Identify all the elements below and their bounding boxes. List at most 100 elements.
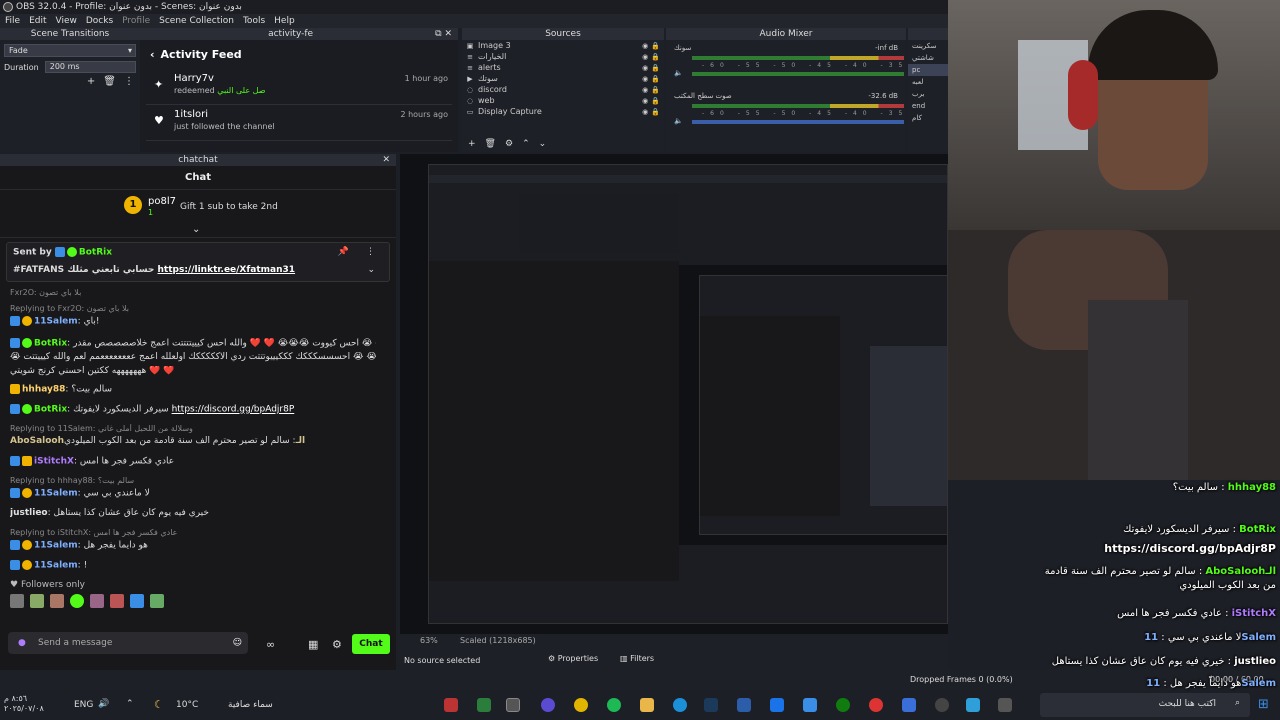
preview-canvas[interactable] xyxy=(400,154,948,634)
activity-action: redeemed صل على النبي xyxy=(174,86,266,95)
xbox-icon[interactable] xyxy=(836,698,850,712)
chat-message[interactable]: 11Salem: باي! xyxy=(10,316,376,327)
eye-icon: ◉ xyxy=(642,85,649,94)
source-item[interactable]: ▣ Image 3 ◉ 🔒 xyxy=(462,40,664,51)
source-item[interactable]: ◌ discord ◉ 🔒 xyxy=(462,84,664,95)
chevron-down-icon[interactable]: ⌄ xyxy=(539,139,547,149)
chat-input[interactable]: ● Send a message ☺ xyxy=(8,632,248,654)
mic-icon[interactable]: ● xyxy=(18,632,26,654)
source-item[interactable]: ◌ web ◉ 🔒 xyxy=(462,95,664,106)
app-icon[interactable] xyxy=(444,698,458,712)
chat-message[interactable]: 11Salem: هو دايماً يفجر هل xyxy=(10,540,376,551)
chevron-down-icon[interactable]: ⌄ xyxy=(367,265,375,275)
dropped-frames: Dropped Frames 0 (0.0%) xyxy=(910,675,1013,684)
source-controls: + 🗑 ⚙ ⌃ ⌄ xyxy=(468,139,546,149)
add-icon[interactable]: + xyxy=(468,139,476,149)
scene-item[interactable]: pc xyxy=(908,64,948,76)
chat-message[interactable]: iStitchX: عادي فكسر فجر ها امس xyxy=(10,456,376,467)
activity-item[interactable]: ✦ Harry7v redeemed صل على النبي 1 hour a… xyxy=(146,69,452,105)
clock[interactable]: ٨:٥٦ م ٢٠٢٥/٠٧/٠٨ xyxy=(4,694,44,714)
trash-icon[interactable]: 🗑 xyxy=(103,76,116,87)
activity-item[interactable]: ♥ 1itslori just followed the channel 2 h… xyxy=(146,105,452,141)
filters-button[interactable]: ▥ Filters xyxy=(620,654,654,663)
trash-icon[interactable]: 🗑 xyxy=(485,139,496,149)
menu-profile[interactable]: Profile xyxy=(122,14,150,28)
spotify-icon[interactable] xyxy=(607,698,621,712)
gift-banner[interactable]: 1 po8l7 1 Gift 1 sub to take 2nd ⌄ xyxy=(0,190,396,238)
chevron-down-icon[interactable]: ⌄ xyxy=(192,224,200,235)
chevron-up-icon[interactable]: ⌃ xyxy=(522,139,530,149)
chat-message[interactable]: 11Salem: ! xyxy=(10,560,376,571)
chat-message[interactable]: BotRix: احس كيووت 😭😭😭 ❤️ ❤️ والله احس كي… xyxy=(10,338,376,349)
menu-docks[interactable]: Docks xyxy=(86,14,113,28)
activity-reward: صل على النبي xyxy=(217,86,266,95)
gear-icon[interactable]: ⚙ xyxy=(332,638,342,651)
chat-message[interactable]: 11Salem: لا ماعندي بي سي xyxy=(10,488,376,499)
folder-icon[interactable] xyxy=(640,698,654,712)
pinned-message[interactable]: Sent by BotRix #FATFANS حسابي تابعني مثل… xyxy=(6,242,390,282)
menu-help[interactable]: Help xyxy=(274,14,295,28)
source-item[interactable]: ≡ alerts ◉ 🔒 xyxy=(462,62,664,73)
scene-item[interactable]: كام xyxy=(908,112,948,124)
stream-chat-overlay: سالم بيت؟ : hhhay88 سيرفر الديسكورد لايف… xyxy=(1040,480,1280,720)
chat-message[interactable]: BotRix: سيرفر الديسكورد لايفوتك https://… xyxy=(10,404,376,415)
more-icon[interactable]: ⋮ xyxy=(366,247,375,257)
chrome-icon[interactable] xyxy=(574,698,588,712)
scene-transitions-dock: Scene Transitions Fade Duration 200 ms +… xyxy=(0,28,140,152)
channel-level: -inf dB xyxy=(875,44,898,52)
volume-slider[interactable] xyxy=(692,120,904,124)
chat-message[interactable]: justlieo: خيري فيه يوم كان عاق عشان كذا … xyxy=(10,508,376,518)
steam-icon[interactable] xyxy=(704,698,718,712)
app-icon[interactable] xyxy=(869,698,883,712)
pin-icon[interactable]: 📌 xyxy=(338,247,349,257)
menu-file[interactable]: File xyxy=(5,14,20,28)
scene-item[interactable]: لعبه xyxy=(908,76,948,88)
menu-view[interactable]: View xyxy=(56,14,77,28)
gear-icon[interactable] xyxy=(935,698,949,712)
taskview-icon[interactable] xyxy=(998,698,1012,712)
properties-button[interactable]: ⚙ Properties xyxy=(548,654,598,663)
scene-item[interactable]: end xyxy=(908,100,948,112)
language-indicator[interactable]: ENG xyxy=(74,700,93,710)
gear-icon[interactable]: ⚙ xyxy=(505,139,513,149)
transition-select[interactable]: Fade xyxy=(4,44,136,57)
menu-scene-collection[interactable]: Scene Collection xyxy=(159,14,234,28)
volume-slider[interactable] xyxy=(692,72,904,76)
dock-buttons[interactable]: ⧉ ✕ xyxy=(435,28,452,40)
edge-icon[interactable] xyxy=(673,698,687,712)
window-title: OBS 32.0.4 - Profile: بدون عنوان - Scene… xyxy=(16,2,242,12)
app-icon[interactable] xyxy=(902,698,916,712)
add-icon[interactable]: + xyxy=(87,76,95,87)
infinity-icon[interactable]: ∞ xyxy=(266,638,275,651)
close-icon[interactable]: ✕ xyxy=(382,154,390,166)
more-icon[interactable]: ⋮ xyxy=(124,76,134,87)
menu-tools[interactable]: Tools xyxy=(243,14,265,28)
gift-icon[interactable]: ▦ xyxy=(308,638,318,651)
scene-item[interactable]: سكرينت xyxy=(908,40,948,52)
duration-input[interactable]: 200 ms xyxy=(44,61,136,73)
volume-icon[interactable]: 🔊 xyxy=(98,699,109,709)
app-icon[interactable] xyxy=(737,698,751,712)
app-icon[interactable] xyxy=(477,698,491,712)
zoom-level[interactable]: 63% xyxy=(420,636,438,645)
obs-icon[interactable] xyxy=(506,698,520,712)
chat-send-button[interactable]: Chat xyxy=(352,634,390,654)
menu-edit[interactable]: Edit xyxy=(29,14,46,28)
emoji-icon[interactable]: ☺ xyxy=(233,632,242,654)
scene-item[interactable]: برب xyxy=(908,88,948,100)
chat-message[interactable]: AboSaloohالـ: سالم لو تصير محترم الف سنة… xyxy=(10,436,376,446)
source-item[interactable]: ≡ الخيارات ◉ 🔒 xyxy=(462,51,664,62)
pinned-link[interactable]: https://linktr.ee/Xfatman31 xyxy=(158,265,296,275)
chevron-up-icon[interactable]: ⌃ xyxy=(126,699,134,709)
mail-icon[interactable] xyxy=(770,698,784,712)
speaker-icon[interactable]: 🔈 xyxy=(674,69,683,77)
discord-icon[interactable] xyxy=(541,698,555,712)
speaker-icon[interactable]: 🔈 xyxy=(674,117,683,125)
source-item[interactable]: ▭ Display Capture ◉ 🔒 xyxy=(462,106,664,117)
app-icon[interactable] xyxy=(966,698,980,712)
scene-item[interactable]: شاشتي xyxy=(908,52,948,64)
chevron-left-icon[interactable]: ‹ xyxy=(150,48,155,61)
source-item[interactable]: ▶ سوتك ◉ 🔒 xyxy=(462,73,664,84)
store-icon[interactable] xyxy=(803,698,817,712)
chat-message[interactable]: hhhay88: سالم بيت؟ xyxy=(10,384,376,395)
